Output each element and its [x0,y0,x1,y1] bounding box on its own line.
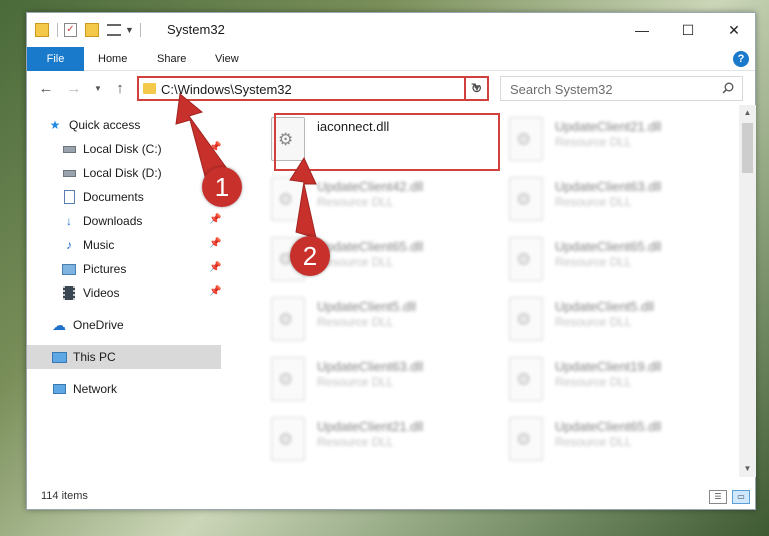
arrow-2-shape [289,156,317,239]
annotation-arrows [175,93,317,239]
step-1-badge: 1 [202,167,242,207]
step-2-badge: 2 [290,236,330,276]
